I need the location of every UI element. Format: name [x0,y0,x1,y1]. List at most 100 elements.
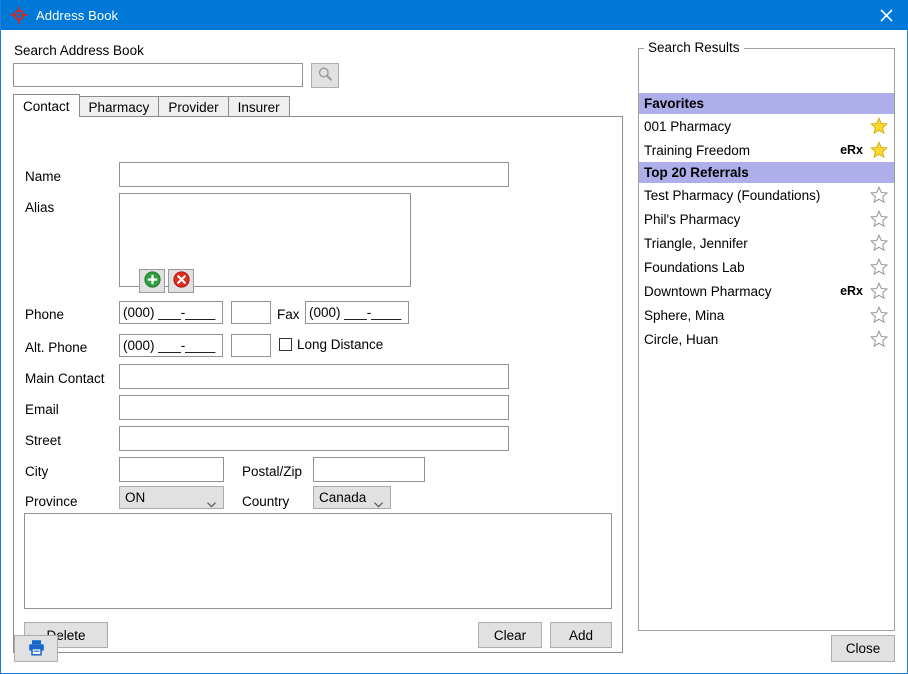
erx-badge: eRx [840,284,863,298]
country-select[interactable]: Canada [313,486,391,509]
green-plus-icon [143,271,161,291]
chevron-down-icon [374,496,383,511]
results-group-header-label: Top 20 Referrals [644,165,749,180]
main-contact-label: Main Contact [25,371,105,386]
email-input[interactable] [119,395,509,420]
print-button[interactable] [14,635,58,662]
list-item[interactable]: Triangle, Jennifer [639,231,894,255]
clear-button-label: Clear [493,627,527,643]
chevron-down-icon [207,496,216,511]
city-input[interactable] [119,457,224,482]
long-distance-checkbox[interactable]: Long Distance [279,337,383,352]
close-button-label: Close [845,641,881,656]
alt-phone-input[interactable] [119,334,223,357]
red-x-icon [172,271,190,291]
email-label: Email [25,402,59,417]
search-button[interactable] [311,63,339,88]
search-address-book-label: Search Address Book [14,43,144,58]
tab-contact-label: Contact [23,98,70,114]
tab-strip: Contact Pharmacy Provider Insurer [13,94,623,117]
list-item-label: Sphere, Mina [644,307,725,323]
star-outline-icon[interactable] [869,330,888,348]
phone-label: Phone [25,307,65,322]
search-results-legend: Search Results [644,40,744,55]
tab-provider-label: Provider [168,99,219,115]
tab-pharmacy[interactable]: Pharmacy [78,96,160,117]
results-group-header-label: Favorites [644,96,705,111]
tab-contact[interactable]: Contact [13,94,80,117]
alt-phone-label: Alt. Phone [25,340,88,355]
tab-provider[interactable]: Provider [158,96,229,117]
address-book-window: Address Book Search Address Book Contact… [0,0,908,674]
province-value: ON [125,490,146,505]
city-label: City [25,464,49,479]
tab-insurer-label: Insurer [237,99,280,115]
alt-phone-extension-input[interactable] [231,334,271,357]
tab-insurer[interactable]: Insurer [227,96,290,117]
contact-tab-panel: Name Alias Phone (000) ___-____ Fax (000… [13,116,623,653]
search-input[interactable] [13,63,303,87]
list-item-label: Downtown Pharmacy [644,283,772,299]
add-button-label: Add [568,627,594,643]
postal-zip-label: Postal/Zip [242,464,303,479]
long-distance-label: Long Distance [297,337,384,352]
street-input[interactable] [119,426,509,451]
results-group-header-top20: Top 20 Referrals [639,162,894,183]
star-outline-icon[interactable] [869,234,888,252]
erx-badge: eRx [840,143,863,157]
list-item[interactable]: Training Freedom eRx [639,138,894,162]
phone-input[interactable] [119,301,223,324]
checkbox-box [279,338,292,351]
postal-zip-input[interactable] [313,457,425,482]
phone-extension-input[interactable] [231,301,271,324]
results-group-header-favorites: Favorites [639,93,894,114]
clear-button[interactable]: Clear [478,622,542,648]
window-title: Address Book [36,7,119,23]
list-item-label: Test Pharmacy (Foundations) [644,187,821,203]
star-outline-icon[interactable] [869,282,888,300]
list-item-label: Circle, Huan [644,331,719,347]
close-icon[interactable] [863,0,908,30]
list-item-label: Phil's Pharmacy [644,211,741,227]
list-item[interactable]: Downtown Pharmacy eRx [639,279,894,303]
list-item[interactable]: Test Pharmacy (Foundations) [639,183,894,207]
star-outline-icon[interactable] [869,186,888,204]
star-outline-icon[interactable] [869,306,888,324]
star-outline-icon[interactable] [869,258,888,276]
province-select[interactable]: ON [119,486,224,509]
province-label: Province [25,494,78,509]
alias-add-button[interactable] [139,269,165,293]
printer-icon [27,638,46,660]
list-item-label: Foundations Lab [644,259,745,275]
main-contact-input[interactable] [119,364,509,389]
list-item[interactable]: Foundations Lab [639,255,894,279]
notes-textarea[interactable] [24,513,612,609]
title-bar: Address Book [1,0,908,30]
list-item-label: Training Freedom [644,142,751,158]
list-item[interactable]: Sphere, Mina [639,303,894,327]
list-item-label: 001 Pharmacy [644,118,732,134]
list-item[interactable]: 001 Pharmacy [639,114,894,138]
list-item[interactable]: Circle, Huan [639,327,894,351]
country-label: Country [242,494,290,509]
star-filled-icon[interactable] [869,141,888,159]
add-button[interactable]: Add [550,622,612,648]
search-results-list: Favorites 001 Pharmacy Training Freedom … [639,93,894,351]
star-outline-icon[interactable] [869,210,888,228]
fax-input[interactable] [305,301,409,324]
alias-label: Alias [25,200,55,215]
star-filled-icon[interactable] [869,117,888,135]
window-body: Search Address Book Contact Pharmacy Pro… [1,30,907,672]
magnifier-icon [317,66,333,85]
country-value: Canada [319,490,367,505]
list-item[interactable]: Phil's Pharmacy [639,207,894,231]
close-button[interactable]: Close [831,635,895,662]
name-label: Name [25,169,62,184]
target-crosshair-icon [10,6,28,24]
tab-pharmacy-label: Pharmacy [88,99,150,115]
fax-label: Fax [277,307,300,322]
street-label: Street [25,433,62,448]
list-item-label: Triangle, Jennifer [644,235,748,251]
alias-remove-button[interactable] [168,269,194,293]
name-input[interactable] [119,162,509,187]
